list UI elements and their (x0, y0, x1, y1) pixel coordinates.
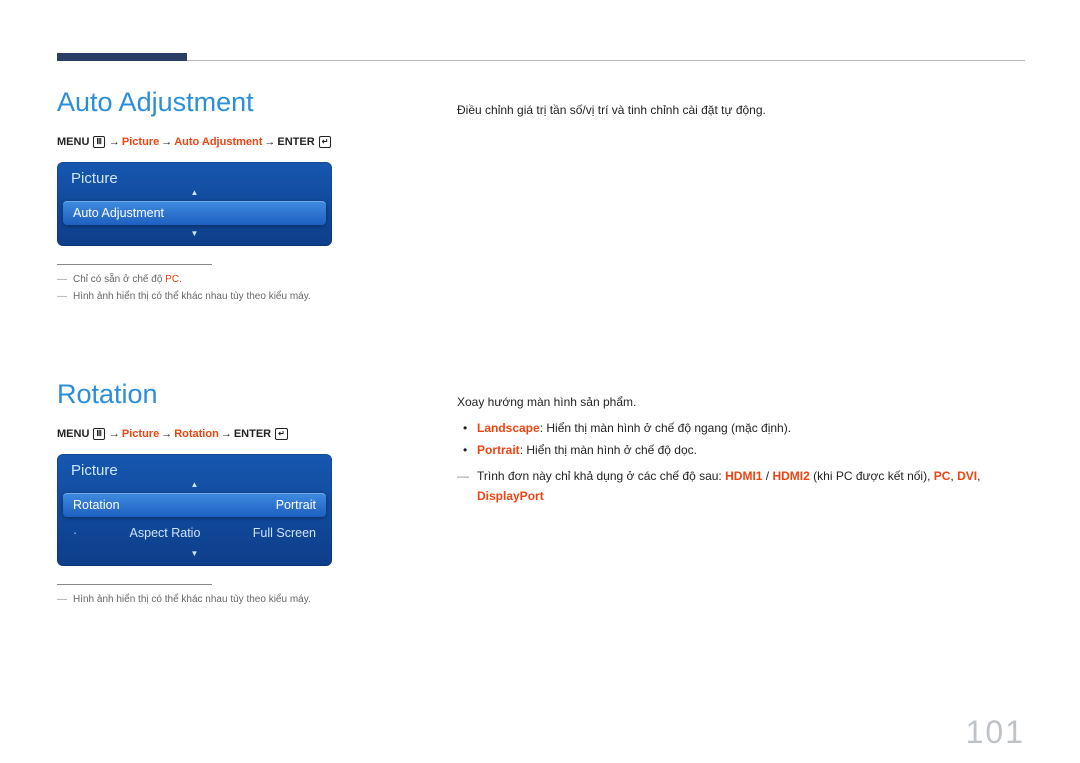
bullet-landscape: Landscape: Hiển thị màn hình ở chế độ ng… (477, 418, 1025, 440)
avail-text: Trình đơn này chỉ khả dụng ở các chế độ … (477, 469, 725, 483)
bullet-red: Landscape (477, 421, 540, 435)
triangle-up-icon: ▲ (57, 481, 332, 489)
crumb-arrow: → (161, 136, 172, 148)
avail-text: , (977, 469, 980, 483)
dash-icon: ― (57, 591, 67, 608)
breadcrumb-rotation: MENU Ⅲ → Picture → Rotation → ENTER ↵ (57, 428, 397, 440)
triangle-down-icon: ▼ (57, 229, 332, 246)
osd-row-auto-adjustment[interactable]: Auto Adjustment (63, 201, 326, 225)
crumb-picture: Picture (122, 136, 159, 148)
triangle-down-icon: ▼ (57, 549, 332, 566)
crumb-rotation: Rotation (174, 428, 219, 440)
availability-note: ― Trình đơn này chỉ khả dụng ở các chế đ… (457, 467, 1025, 505)
osd-row-value: Portrait (276, 498, 316, 512)
mode-hdmi1: HDMI1 (725, 469, 762, 483)
mode-pc: PC (934, 469, 951, 483)
bullet-portrait: Portrait: Hiển thị màn hình ở chế độ dọc… (477, 440, 1025, 462)
osd-row-rotation[interactable]: Rotation Portrait (63, 493, 326, 517)
avail-text: (khi PC được kết nối), (810, 469, 934, 483)
note-image-vary: ― Hình ảnh hiển thị có thể khác nhau tùy… (57, 288, 397, 305)
crumb-arrow: → (161, 428, 172, 440)
mode-dvi: DVI (957, 469, 977, 483)
note-text: Hình ảnh hiển thị có thể khác nhau tùy t… (73, 591, 311, 608)
osd-row-value: Full Screen (253, 526, 316, 540)
menu-icon: Ⅲ (93, 428, 105, 440)
osd-header: Picture (57, 454, 332, 481)
osd-header: Picture (57, 162, 332, 189)
mode-hdmi2: HDMI2 (772, 469, 809, 483)
crumb-arrow: → (221, 428, 232, 440)
crumb-picture: Picture (122, 428, 159, 440)
triangle-up-icon: ▲ (57, 189, 332, 197)
crumb-enter: ENTER (277, 136, 314, 148)
bullet-text: : Hiển thị màn hình ở chế độ ngang (mặc … (540, 421, 791, 435)
top-rule (57, 60, 1025, 61)
crumb-menu: MENU (57, 428, 89, 440)
avail-text: / (762, 469, 772, 483)
divider (57, 264, 212, 265)
note-text: Hình ảnh hiển thị có thể khác nhau tùy t… (73, 288, 311, 305)
menu-icon: Ⅲ (93, 136, 105, 148)
note-pc: PC (165, 274, 179, 285)
dash-icon: ― (57, 288, 67, 305)
crumb-enter: ENTER (234, 428, 271, 440)
crumb-menu: MENU (57, 136, 89, 148)
osd-panel-rotation: Picture ▲ Rotation Portrait Aspect Ratio… (57, 454, 332, 566)
osd-row-label: Auto Adjustment (73, 206, 164, 220)
breadcrumb-auto-adjustment: MENU Ⅲ → Picture → Auto Adjustment → ENT… (57, 136, 397, 148)
note-image-vary: ― Hình ảnh hiển thị có thể khác nhau tùy… (57, 591, 397, 608)
enter-icon: ↵ (319, 136, 332, 148)
crumb-arrow: → (264, 136, 275, 148)
desc-rotation: Xoay hướng màn hình sản phẩm. (457, 393, 1025, 412)
osd-row-label: Aspect Ratio (130, 526, 201, 540)
bullet-text: : Hiển thị màn hình ở chế độ dọc. (520, 443, 697, 457)
enter-icon: ↵ (275, 428, 288, 440)
osd-panel-auto-adjustment: Picture ▲ Auto Adjustment ▼ (57, 162, 332, 246)
osd-row-label: Rotation (73, 498, 120, 512)
desc-auto-adjustment: Điều chỉnh giá trị tần số/vị trí và tinh… (457, 101, 1025, 120)
crumb-arrow: → (109, 428, 120, 440)
note-pc-only: ― Chỉ có sẵn ở chế độ PC. (57, 271, 397, 288)
mode-displayport: DisplayPort (477, 489, 544, 503)
dash-icon: ― (57, 271, 67, 288)
osd-row-aspect-ratio[interactable]: Aspect Ratio Full Screen (63, 521, 326, 545)
section-title-rotation: Rotation (57, 379, 397, 410)
dash-icon: ― (457, 467, 469, 505)
divider (57, 584, 212, 585)
note-text: Chỉ có sẵn ở chế độ (73, 274, 165, 285)
crumb-arrow: → (109, 136, 120, 148)
crumb-auto-adj: Auto Adjustment (174, 136, 262, 148)
bullet-red: Portrait (477, 443, 520, 457)
section-title-auto-adjustment: Auto Adjustment (57, 87, 397, 118)
note-text: . (179, 274, 182, 285)
page-number: 101 (966, 714, 1025, 751)
